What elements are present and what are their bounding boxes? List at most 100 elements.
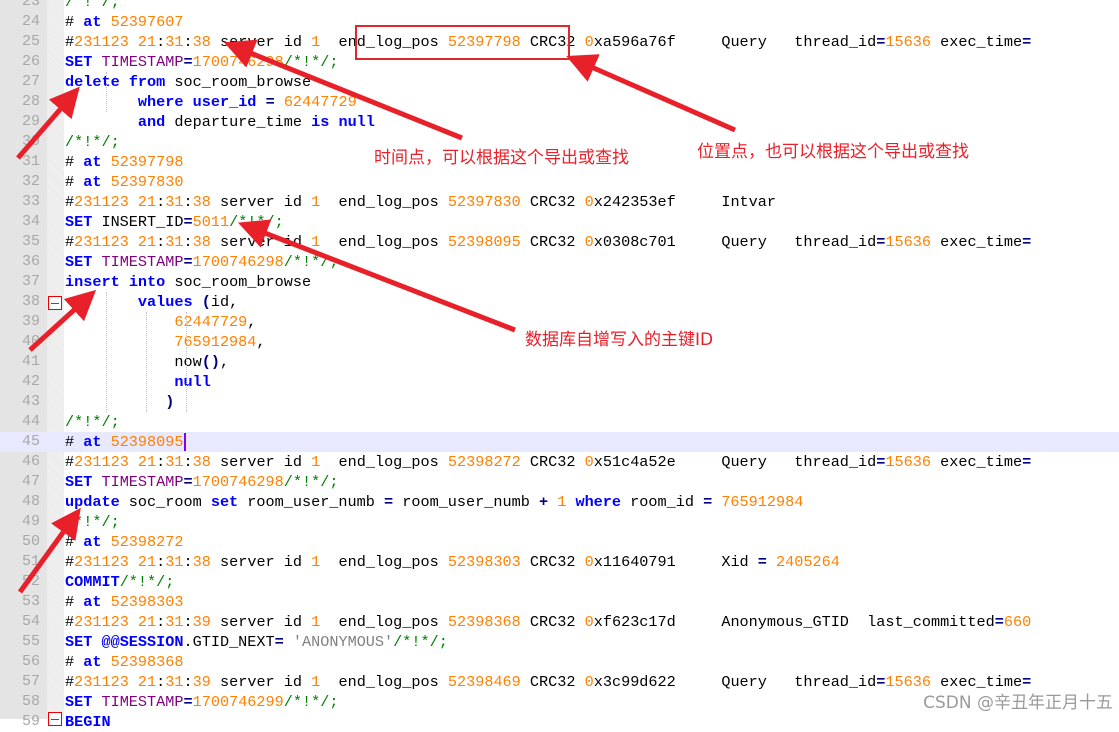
code-line[interactable]: 23 /*!*/; [0,0,1119,12]
code-token: 52398272 [101,533,184,551]
code-line[interactable]: 46 #231123 21:31:38 server id 1 end_log_p… [0,452,1119,472]
code-text: #231123 21:31:38 server id 1 end_log_pos… [65,552,840,572]
code-token: = [1022,453,1032,471]
code-token: 231123 21 [74,553,157,571]
code-text: /*!*/; [65,132,120,152]
code-token: and [137,113,166,131]
fold-collapse-icon[interactable] [48,296,62,310]
line-number: 49 [21,513,40,530]
end-log-pos-highlight-box [355,25,570,60]
code-line[interactable]: 47 SET TIMESTAMP=1700746298/*!*/; [0,472,1119,492]
code-line[interactable]: 45 # at 52398095 [0,432,1119,452]
code-token: 0 [584,613,594,631]
code-line[interactable]: 56 # at 52398368 [0,652,1119,672]
code-token: TIMESTAMP [101,693,184,711]
code-text: now(), [65,352,229,372]
code-token: xf623c17d Anonymous_GTID last_committed [593,613,995,631]
line-number: 39 [21,313,40,330]
code-token: room_user_numb [238,493,384,511]
code-token: /*!*/; [119,573,175,591]
code-token: 52397607 [101,13,184,31]
code-line[interactable]: 55 SET @@SESSION.GTID_NEXT= 'ANONYMOUS'/*… [0,632,1119,652]
code-line[interactable]: 28 where user_id = 62447729 [0,92,1119,112]
code-text: SET TIMESTAMP=1700746298/*!*/; [65,472,338,492]
line-number: 36 [21,253,40,270]
code-line[interactable]: 49 /*!*/; [0,512,1119,532]
code-token: : [156,673,166,691]
code-token: SET [65,53,93,71]
fold-collapse-icon[interactable] [48,712,62,726]
code-text: values (id, [65,292,238,312]
code-token: 1 [311,553,321,571]
code-token: soc_room_browse [165,73,312,91]
line-number: 28 [21,93,40,110]
code-line[interactable]: 41 now(), [0,352,1119,372]
code-line[interactable]: 48 update soc_room set room_user_numb = r… [0,492,1119,512]
code-token: 231123 21 [74,193,157,211]
code-token: 765912984 [721,493,804,511]
code-line[interactable]: 59 BEGIN [0,712,1119,732]
code-token: 1700746298 [192,53,284,71]
code-token: into [128,273,166,291]
code-text: SET @@SESSION.GTID_NEXT= 'ANONYMOUS'/*!*… [65,632,448,652]
code-line[interactable]: 34 SET INSERT_ID=5011/*!*/; [0,212,1119,232]
code-token: exec_time [930,233,1023,251]
code-token: server id [210,613,312,631]
code-token: x3c99d622 Query thread_id [593,673,877,691]
code-token: , [219,353,230,371]
code-line[interactable]: 50 # at 52398272 [0,532,1119,552]
code-token: 31 [165,673,184,691]
code-line[interactable]: 36 SET TIMESTAMP=1700746298/*!*/; [0,252,1119,272]
code-line[interactable]: 37 insert into soc_room_browse [0,272,1119,292]
code-token: 1 [557,493,567,511]
line-number: 46 [21,453,40,470]
code-token: /*!*/; [283,693,339,711]
line-number: 25 [21,33,40,50]
code-token: : [156,553,166,571]
code-line[interactable]: 52 COMMIT/*!*/; [0,572,1119,592]
code-text: # at 52398368 [65,652,184,672]
code-line[interactable]: 38 values (id, [0,292,1119,312]
code-line[interactable]: 53 # at 52398303 [0,592,1119,612]
code-text: COMMIT/*!*/; [65,572,174,592]
code-token: CRC32 [520,453,585,471]
code-token: 231123 21 [74,33,157,51]
line-number: 29 [21,113,40,130]
code-token: end_log_pos [320,613,448,631]
code-token: user_id [192,93,257,111]
code-line[interactable]: 33 #231123 21:31:38 server id 1 end_log_p… [0,192,1119,212]
code-line[interactable]: 44 /*!*/; [0,412,1119,432]
code-line[interactable]: 51 #231123 21:31:38 server id 1 end_log_p… [0,552,1119,572]
code-token: SET [65,253,93,271]
code-line[interactable]: 32 # at 52397830 [0,172,1119,192]
code-token: 2405264 [776,553,840,571]
line-number: 42 [21,373,40,390]
code-line[interactable]: 29 and departure_time is null [0,112,1119,132]
code-token: # [65,653,84,671]
code-line[interactable]: 27 delete from soc_room_browse [0,72,1119,92]
code-editor[interactable]: 23/*!*/; 24 # at 52397607 25 #231123 21:31:3… [0,0,1119,732]
code-token: /*!*/; [65,0,120,11]
code-token: 1 [311,193,321,211]
code-token: 39 [192,613,211,631]
code-token: , [256,333,266,351]
code-text: update soc_room set room_user_numb = roo… [65,492,803,512]
code-line[interactable]: 54 #231123 21:31:39 server id 1 end_log_p… [0,612,1119,632]
code-text: # at 52397798 [65,152,184,172]
code-line[interactable]: 35 #231123 21:31:38 server id 1 end_log_p… [0,232,1119,252]
line-number: 59 [21,713,40,730]
code-token: TIMESTAMP [101,253,184,271]
code-token: where [575,493,622,511]
code-line[interactable]: 42 null [0,372,1119,392]
code-text: SET INSERT_ID=5011/*!*/; [65,212,284,232]
code-line[interactable]: 43 ) [0,392,1119,412]
code-token: /*!*/; [283,53,339,71]
code-token: 231123 21 [74,613,157,631]
code-token: : [156,33,166,51]
code-token: exec_time [930,453,1023,471]
code-token: = [703,493,713,511]
